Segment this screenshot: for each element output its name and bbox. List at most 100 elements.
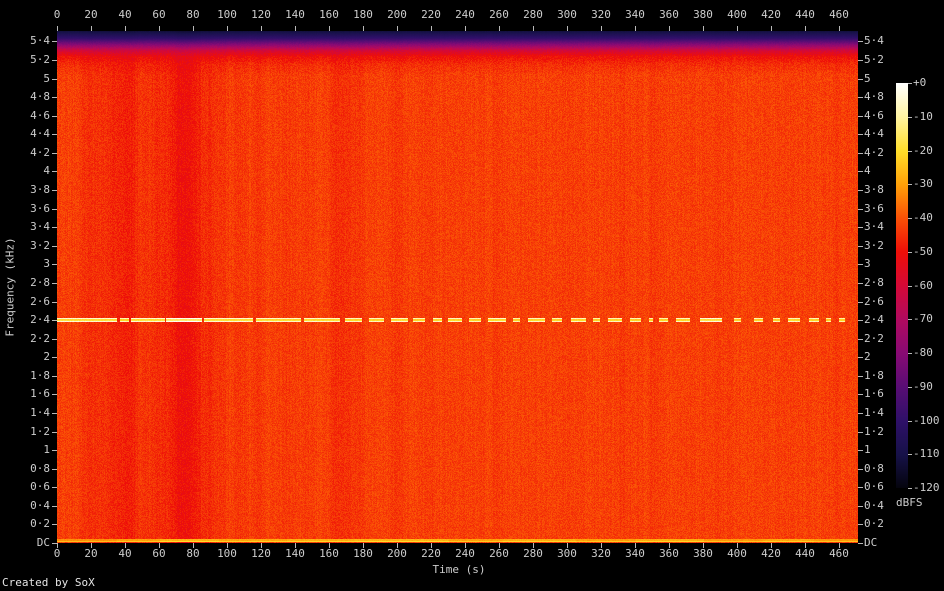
y-tick-mark xyxy=(52,97,57,98)
y-tick-mark xyxy=(52,60,57,61)
colorbar-tick-mark xyxy=(908,218,912,219)
y-tick-mark xyxy=(52,413,57,414)
colorbar-unit-label: dBFS xyxy=(896,496,923,509)
y-tick-label: 5 xyxy=(43,72,50,85)
y-tick-mark xyxy=(858,339,863,340)
y-tick-label: 3·2 xyxy=(864,239,884,252)
y-tick-label: 3·6 xyxy=(864,202,884,215)
y-tick-mark xyxy=(858,543,863,544)
x-tick-label: 460 xyxy=(829,547,849,560)
colorbar-tick-label: -110 xyxy=(913,447,940,460)
y-tick-label: 0·8 xyxy=(30,462,50,475)
colorbar-tick-mark xyxy=(908,488,912,489)
y-tick-mark xyxy=(52,134,57,135)
y-tick-label: 1·2 xyxy=(864,425,884,438)
y-tick-label: 4·6 xyxy=(30,109,50,122)
x-tick-mark xyxy=(125,26,126,31)
x-tick-mark xyxy=(669,26,670,31)
x-tick-mark xyxy=(635,26,636,31)
x-tick-mark xyxy=(363,26,364,31)
y-tick-label: 2·8 xyxy=(864,276,884,289)
colorbar-tick-label: -50 xyxy=(913,245,933,258)
colorbar-tick-label: -80 xyxy=(913,346,933,359)
y-tick-label: 1 xyxy=(43,443,50,456)
y-tick-mark xyxy=(52,209,57,210)
y-tick-label: 1·4 xyxy=(30,406,50,419)
y-tick-label: 2·4 xyxy=(864,313,884,326)
y-tick-label: 1·8 xyxy=(864,369,884,382)
x-tick-mark xyxy=(159,26,160,31)
y-tick-label: 1·6 xyxy=(30,387,50,400)
y-tick-label: 3·6 xyxy=(30,202,50,215)
y-tick-label: DC xyxy=(36,536,50,549)
y-tick-mark xyxy=(52,246,57,247)
x-tick-label: 460 xyxy=(829,8,849,21)
y-tick-label: 0·2 xyxy=(864,517,884,530)
y-tick-mark xyxy=(858,413,863,414)
sox-credit: Created by SoX xyxy=(2,576,95,589)
y-tick-label: 4·4 xyxy=(864,127,884,140)
y-tick-label: 4·2 xyxy=(864,146,884,159)
y-tick-mark xyxy=(858,41,863,42)
colorbar-tick-mark xyxy=(908,454,912,455)
x-tick-mark xyxy=(601,26,602,31)
y-tick-mark xyxy=(52,487,57,488)
y-tick-label: 2 xyxy=(864,350,871,363)
colorbar-tick-mark xyxy=(908,421,912,422)
x-tick-mark xyxy=(91,26,92,31)
y-tick-label: 5·2 xyxy=(30,53,50,66)
x-tick-mark xyxy=(703,26,704,31)
x-tick-mark xyxy=(329,26,330,31)
y-tick-mark xyxy=(858,506,863,507)
y-tick-label: 1 xyxy=(864,443,871,456)
y-tick-mark xyxy=(858,320,863,321)
x-tick-mark xyxy=(295,26,296,31)
y-tick-mark xyxy=(858,153,863,154)
y-tick-mark xyxy=(52,376,57,377)
y-tick-mark xyxy=(858,246,863,247)
time-axis-title: Time (s) xyxy=(432,563,486,576)
sox-spectrogram-figure: 0 20 40 60 80 100 120 140 160 180 200 220 240 260 280 3… xyxy=(0,0,944,591)
y-tick-label: 4·8 xyxy=(864,90,884,103)
y-tick-mark xyxy=(858,432,863,433)
y-tick-label: 2·6 xyxy=(864,295,884,308)
y-tick-mark xyxy=(52,302,57,303)
y-tick-mark xyxy=(858,357,863,358)
x-tick-mark xyxy=(431,26,432,31)
y-tick-mark xyxy=(52,339,57,340)
colorbar-tick-mark xyxy=(908,83,912,84)
y-tick-label: 0·6 xyxy=(30,480,50,493)
y-tick-mark xyxy=(858,97,863,98)
y-tick-mark xyxy=(858,227,863,228)
y-tick-mark xyxy=(858,487,863,488)
colorbar-tick-mark xyxy=(908,184,912,185)
y-tick-mark xyxy=(858,116,863,117)
y-tick-label: 5·2 xyxy=(864,53,884,66)
y-tick-label: 3·8 xyxy=(30,183,50,196)
y-tick-label: 4·6 xyxy=(864,109,884,122)
y-tick-mark xyxy=(858,376,863,377)
y-tick-mark xyxy=(52,524,57,525)
colorbar-tick-label: -20 xyxy=(913,144,933,157)
colorbar-tick-mark xyxy=(908,319,912,320)
y-tick-mark xyxy=(858,524,863,525)
y-tick-label: 5 xyxy=(864,72,871,85)
frequency-axis-title: Frequency (kHz) xyxy=(3,237,17,337)
y-tick-mark xyxy=(858,60,863,61)
y-tick-mark xyxy=(858,134,863,135)
y-tick-label: 1·6 xyxy=(864,387,884,400)
y-tick-label: 0·2 xyxy=(30,517,50,530)
x-tick-mark xyxy=(227,26,228,31)
y-tick-label: 5·4 xyxy=(864,34,884,47)
colorbar-tick-mark xyxy=(908,353,912,354)
colorbar-tick-label: -100 xyxy=(913,414,940,427)
y-tick-label: 2·2 xyxy=(864,332,884,345)
y-tick-mark xyxy=(858,79,863,80)
y-tick-label: 1·8 xyxy=(30,369,50,382)
y-tick-label: 0·4 xyxy=(864,499,884,512)
colorbar-tick-mark xyxy=(908,252,912,253)
y-tick-label: 3·8 xyxy=(864,183,884,196)
x-tick-mark xyxy=(771,26,772,31)
colorbar-tick-mark xyxy=(908,151,912,152)
y-tick-mark xyxy=(858,190,863,191)
